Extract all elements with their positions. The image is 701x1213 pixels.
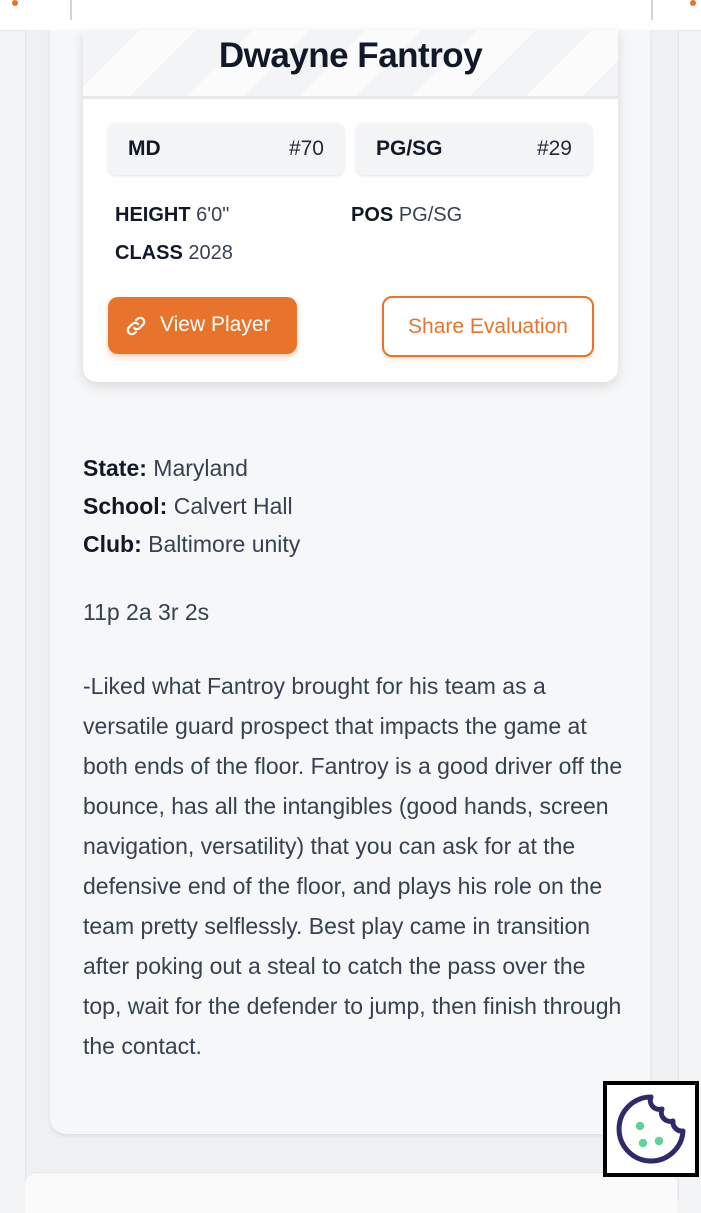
position-label: POS	[351, 204, 394, 226]
height-label: HEIGHT	[115, 204, 191, 226]
club-label: Club:	[83, 531, 142, 557]
view-player-button[interactable]: View Player	[108, 297, 297, 354]
badge-state: MD	[128, 137, 161, 160]
link-icon	[126, 316, 146, 336]
state-value: Maryland	[153, 455, 248, 481]
height-info: HEIGHT 6'0"	[115, 204, 229, 227]
club-value: Baltimore unity	[148, 531, 301, 557]
state-row: State: Maryland	[83, 449, 623, 487]
cookie-icon	[616, 1094, 686, 1164]
top-bar-divider	[70, 0, 72, 20]
player-details: State: Maryland School: Calvert Hall Clu…	[83, 449, 623, 563]
club-row: Club: Baltimore unity	[83, 525, 623, 563]
player-name: Dwayne Fantroy	[218, 36, 483, 75]
badge-position: PG/SG	[376, 137, 443, 160]
stat-line: 11p 2a 3r 2s	[83, 599, 210, 625]
top-bar-divider	[651, 0, 653, 20]
position-jersey-badge: PG/SG #29	[356, 123, 592, 175]
height-value: 6'0"	[196, 204, 230, 226]
class-info: CLASS 2028	[115, 242, 233, 265]
school-value: Calvert Hall	[173, 493, 293, 519]
player-card: Dwayne Fantroy MD #70 PG/SG #29 HEIGHT 6…	[83, 30, 618, 382]
position-value: PG/SG	[398, 204, 463, 226]
view-player-label: View Player	[160, 313, 271, 336]
school-row: School: Calvert Hall	[83, 487, 623, 525]
top-navigation-bar	[0, 0, 701, 31]
state-label: State:	[83, 455, 147, 481]
state-jersey-badge: MD #70	[108, 123, 344, 175]
share-evaluation-button[interactable]: Share Evaluation	[382, 296, 594, 357]
next-card	[25, 1172, 677, 1213]
badge-jersey-number: #70	[288, 137, 324, 160]
top-bar-accent	[12, 0, 18, 6]
class-value: 2028	[188, 242, 233, 264]
evaluation-text: -Liked what Fantroy brought for his team…	[83, 673, 623, 1059]
school-label: School:	[83, 493, 168, 519]
class-label: CLASS	[115, 242, 183, 264]
top-bar-accent	[690, 0, 696, 6]
badge-jersey-number: #29	[536, 137, 572, 160]
cookie-settings-button[interactable]	[603, 1081, 699, 1177]
position-info: POS PG/SG	[351, 204, 462, 227]
